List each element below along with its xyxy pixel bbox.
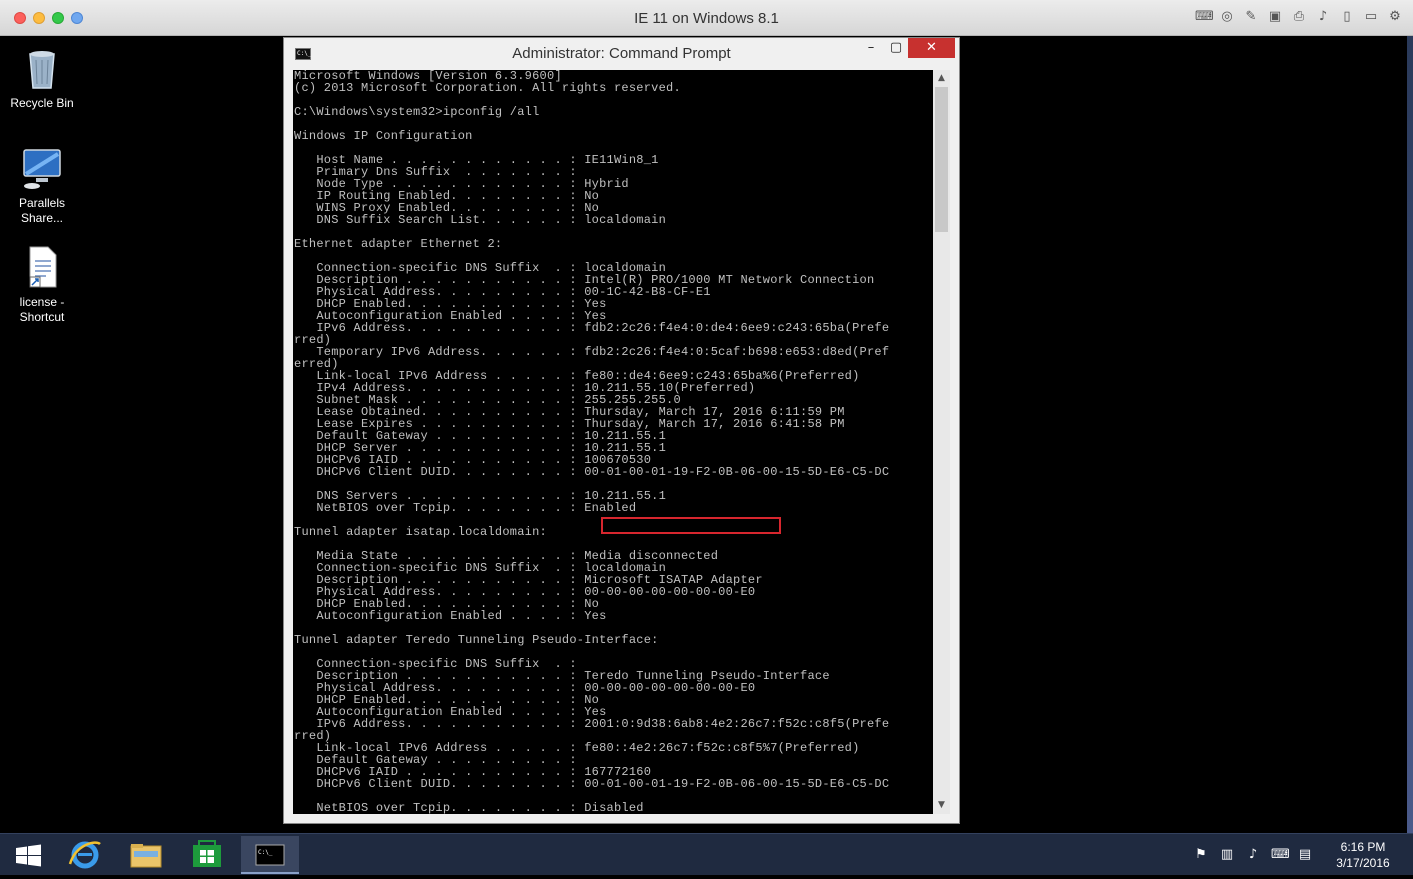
close-button[interactable]: ✕ bbox=[908, 38, 955, 58]
taskbar-internet-explorer[interactable] bbox=[56, 836, 114, 874]
desktop-icon-parallels-share[interactable]: Parallels Share... bbox=[2, 144, 82, 226]
action-center-icon[interactable]: ⚑ bbox=[1193, 847, 1209, 863]
display-icon[interactable]: ▭ bbox=[1363, 9, 1379, 25]
scrollbar-thumb[interactable] bbox=[935, 87, 948, 232]
taskbar-command-prompt[interactable]: C:\_ bbox=[241, 836, 299, 874]
vertical-scrollbar[interactable]: ▲ ▼ bbox=[933, 70, 950, 814]
keyboard-icon[interactable]: ⌨ bbox=[1195, 9, 1214, 25]
desktop-icon-label: license - Shortcut bbox=[19, 295, 65, 324]
console-output-area[interactable]: Microsoft Windows [Version 6.3.9600] (c)… bbox=[293, 70, 933, 814]
svg-text:C:\_: C:\_ bbox=[258, 849, 273, 856]
taskbar-store[interactable] bbox=[178, 836, 236, 874]
language-icon[interactable]: ⌨ bbox=[1271, 847, 1290, 863]
volume-icon[interactable]: ♪ bbox=[1315, 9, 1331, 25]
settings-icon[interactable]: ◎ bbox=[1219, 9, 1235, 25]
system-tray: ⚑ ▥ ♪ ⌨ ▤ bbox=[1193, 847, 1313, 863]
desktop-icon-recycle-bin[interactable]: Recycle Bin bbox=[2, 44, 82, 111]
device-icon[interactable]: ▣ bbox=[1267, 9, 1283, 25]
host-toolbar: ⌨ ◎ ✎ ▣ ⎙ ♪ ▯ ▭ ⚙ bbox=[1195, 9, 1403, 25]
cmd-titlebar[interactable]: C:\_ Administrator: Command Prompt – ▢ ✕ bbox=[284, 38, 959, 69]
file-explorer-icon bbox=[130, 844, 162, 868]
desktop-icon-license-shortcut[interactable]: license - Shortcut bbox=[2, 243, 82, 325]
scroll-up-icon[interactable]: ▲ bbox=[933, 70, 950, 87]
parallels-share-icon bbox=[18, 144, 66, 192]
clock-date: 3/17/2016 bbox=[1336, 856, 1390, 870]
gear-icon[interactable]: ⚙ bbox=[1387, 9, 1403, 25]
usb-icon[interactable]: ▯ bbox=[1339, 9, 1355, 25]
taskbar: C:\_ ⚑ ▥ ♪ ⌨ ▤ 6:16 PM 3/17/2016 bbox=[0, 833, 1413, 875]
document-shortcut-icon bbox=[18, 243, 66, 291]
maximize-button[interactable]: ▢ bbox=[884, 38, 908, 58]
clock-time: 6:16 PM bbox=[1340, 840, 1386, 854]
minimize-button[interactable]: – bbox=[859, 38, 883, 58]
desktop-wallpaper-edge bbox=[1407, 36, 1413, 833]
ipconfig-output: Microsoft Windows [Version 6.3.9600] (c)… bbox=[294, 70, 890, 814]
desktop-icon-label: Parallels Share... bbox=[18, 196, 66, 225]
taskbar-clock[interactable]: 6:16 PM 3/17/2016 bbox=[1333, 839, 1393, 871]
cmd-window-title: Administrator: Command Prompt bbox=[512, 45, 731, 62]
command-prompt-icon: C:\_ bbox=[255, 844, 285, 866]
start-icon bbox=[16, 844, 41, 867]
desktop-icon-label: Recycle Bin bbox=[10, 96, 74, 110]
start-button[interactable] bbox=[0, 836, 58, 874]
tools-icon[interactable]: ✎ bbox=[1243, 9, 1259, 25]
dns-servers-highlight-box bbox=[601, 517, 781, 534]
command-prompt-window[interactable]: C:\_ Administrator: Command Prompt – ▢ ✕… bbox=[283, 37, 960, 824]
recycle-bin-icon bbox=[18, 44, 66, 92]
print-icon[interactable]: ⎙ bbox=[1291, 9, 1307, 25]
taskbar-file-explorer[interactable] bbox=[117, 836, 175, 874]
host-titlebar: IE 11 on Windows 8.1 ⌨ ◎ ✎ ▣ ⎙ ♪ ▯ ▭ ⚙ bbox=[0, 0, 1413, 36]
network-icon[interactable]: ▥ bbox=[1219, 847, 1235, 863]
scroll-down-icon[interactable]: ▼ bbox=[933, 797, 950, 814]
notification-icon[interactable]: ▤ bbox=[1297, 847, 1313, 863]
internet-explorer-icon bbox=[68, 841, 101, 869]
store-icon bbox=[193, 840, 221, 867]
volume-icon[interactable]: ♪ bbox=[1245, 847, 1261, 863]
